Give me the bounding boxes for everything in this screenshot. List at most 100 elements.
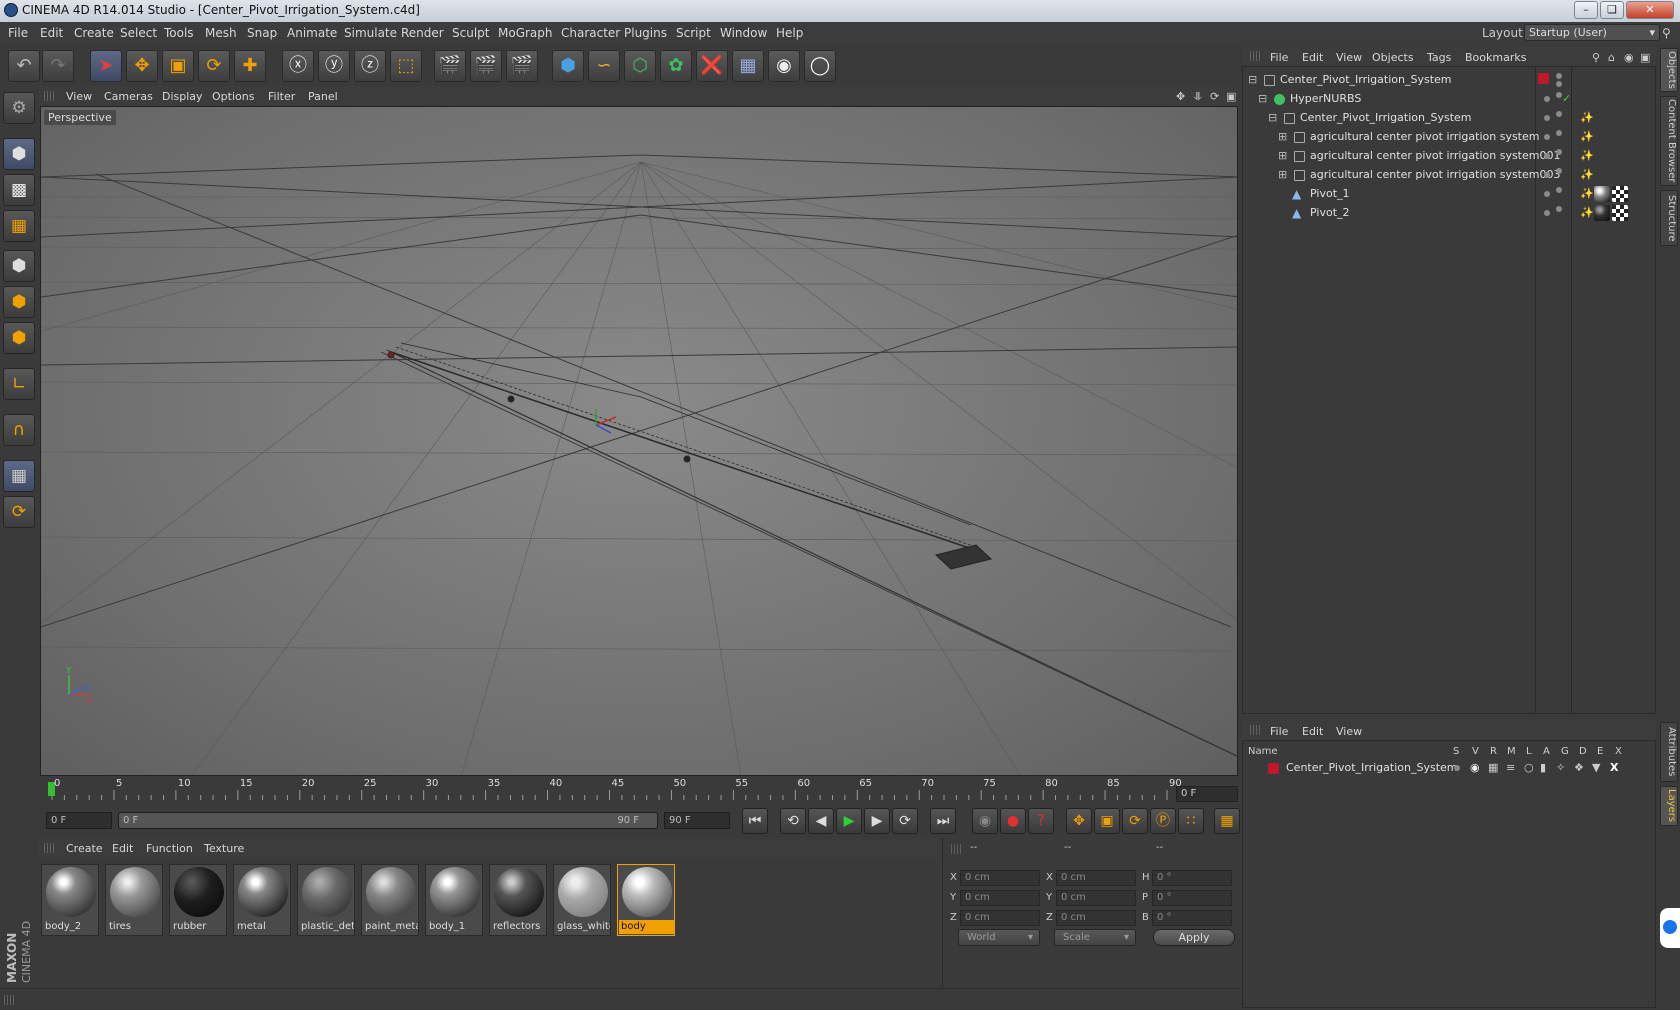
model-mode-button[interactable]: ⬢	[3, 138, 35, 170]
x-axis-lock-button[interactable]: ⓧ	[282, 50, 314, 82]
size-z-field[interactable]: 0 cm	[1056, 910, 1136, 926]
phong-tag-icon[interactable]: ✨	[1580, 203, 1594, 223]
material-tag-icon[interactable]	[1594, 186, 1610, 202]
menu-select[interactable]: Select	[120, 26, 157, 40]
texture-mode-button[interactable]: ▩	[3, 174, 35, 206]
teamviewer-widget[interactable]	[1660, 908, 1680, 948]
menu-render[interactable]: Render	[401, 26, 444, 40]
menu-mesh[interactable]: Mesh	[205, 26, 237, 40]
uvw-tag-icon[interactable]	[1612, 205, 1628, 221]
menu-animate[interactable]: Animate	[287, 26, 337, 40]
menu-mograph[interactable]: MoGraph	[498, 26, 553, 40]
expand-icon[interactable]: ⊞	[1278, 165, 1287, 185]
coordinate-system-button[interactable]: ⬚	[390, 50, 422, 82]
material-rubber[interactable]: rubber	[169, 864, 227, 936]
deformer-button[interactable]: ❌	[696, 50, 728, 82]
layer-lock-icon[interactable]: ○	[1524, 758, 1534, 778]
render-visibility-dot[interactable]	[1556, 111, 1562, 117]
object-row-center-pivot-root[interactable]: ⊟ Center_Pivot_Irrigation_System	[1244, 70, 1654, 90]
render-visibility-dot[interactable]	[1556, 206, 1562, 212]
phong-tag-icon[interactable]: ✨	[1580, 165, 1594, 185]
layer-row[interactable]: Center_Pivot_Irrigation_System ◉ ▦ ≡ ○ ▮…	[1244, 758, 1654, 778]
y-axis-lock-button[interactable]: ⓨ	[318, 50, 350, 82]
workplane-mode-button[interactable]: ▦	[3, 210, 35, 242]
go-to-end-button[interactable]: ⏭	[930, 808, 956, 834]
perspective-viewport[interactable]: Y Z X Perspective	[40, 106, 1238, 776]
autokey-button[interactable]: ●	[1000, 808, 1026, 834]
material-body-1[interactable]: body_1	[425, 864, 483, 936]
apply-button[interactable]: Apply	[1153, 929, 1235, 946]
menu-sculpt[interactable]: Sculpt	[452, 26, 489, 40]
recent-tool-button[interactable]: ✚	[234, 50, 266, 82]
current-frame-field[interactable]: 0 F	[1176, 786, 1238, 802]
live-selection-button[interactable]: ➤	[90, 50, 122, 82]
record-keys-button[interactable]: ◉	[972, 808, 998, 834]
viewport-pan-icon[interactable]: ✥	[1176, 90, 1185, 103]
object-row-hypernurbs[interactable]: ⊟ HyperNURBS ✓	[1244, 89, 1654, 109]
redo-button[interactable]: ↷	[42, 50, 74, 82]
close-icon[interactable]: ✕	[1626, 1, 1674, 19]
menu-character[interactable]: Character	[561, 26, 620, 40]
key-scale-button[interactable]: ▣	[1094, 808, 1120, 834]
position-z-field[interactable]: 0 cm	[960, 910, 1040, 926]
object-row-center-pivot-group[interactable]: ⊟ Center_Pivot_Irrigation_System ✨	[1244, 108, 1654, 128]
points-mode-button[interactable]: ⬢	[3, 250, 35, 282]
layer-color-swatch[interactable]	[1268, 763, 1279, 774]
layer-menu-file[interactable]: File	[1270, 725, 1288, 738]
search-icon[interactable]: ⚲	[1592, 51, 1600, 64]
rotation-b-field[interactable]: 0 °	[1152, 910, 1232, 926]
render-visibility-dot[interactable]	[1556, 187, 1562, 193]
end-frame-field[interactable]: 90 F	[664, 812, 730, 829]
undo-button[interactable]: ↶	[8, 50, 40, 82]
key-rotation-button[interactable]: ⟳	[1122, 808, 1148, 834]
position-x-field[interactable]: 0 cm	[960, 870, 1040, 886]
snap-button[interactable]: ∩	[3, 414, 35, 446]
menu-simulate[interactable]: Simulate	[344, 26, 397, 40]
key-position-button[interactable]: ✥	[1066, 808, 1092, 834]
material-reflectors[interactable]: reflectors	[489, 864, 547, 936]
workplane-lock-button[interactable]: ▦	[3, 460, 35, 492]
editor-visibility-dot[interactable]	[1544, 210, 1550, 216]
expand-icon[interactable]: ⊞	[1278, 127, 1287, 147]
menu-file[interactable]: File	[8, 26, 28, 40]
editor-visibility-dot[interactable]	[1544, 115, 1550, 121]
object-menu-tags[interactable]: Tags	[1427, 51, 1451, 64]
material-metal[interactable]: metal	[233, 864, 291, 936]
play-button[interactable]: ▶	[836, 808, 862, 834]
next-frame-button[interactable]: ▶	[864, 808, 890, 834]
edges-mode-button[interactable]: ⬢	[3, 286, 35, 318]
viewport-menu-cameras[interactable]: Cameras	[104, 90, 153, 103]
light-button[interactable]: ◯	[804, 50, 836, 82]
material-body[interactable]: body	[617, 864, 675, 936]
material-menu-create[interactable]: Create	[66, 842, 103, 855]
object-row-system001[interactable]: ⊞ agricultural center pivot irrigation s…	[1244, 146, 1654, 166]
next-key-button[interactable]: ⟳	[892, 808, 918, 834]
keyframe-selection-button[interactable]: ?	[1028, 808, 1054, 834]
viewport-menu-filter[interactable]: Filter	[268, 90, 295, 103]
editor-visibility-dot[interactable]	[1544, 134, 1550, 140]
phong-tag-icon[interactable]: ✨	[1580, 146, 1594, 166]
editor-visibility-dot[interactable]	[1544, 96, 1550, 102]
viewport-menu-view[interactable]: View	[66, 90, 92, 103]
material-tires[interactable]: tires	[105, 864, 163, 936]
viewport-rotate-icon[interactable]: ⟳	[1210, 90, 1219, 103]
minimize-icon[interactable]: –	[1574, 1, 1598, 19]
tab-layers[interactable]: Layers	[1660, 786, 1678, 826]
eye-icon[interactable]: ◉	[1624, 51, 1634, 64]
start-frame-field[interactable]: 0 F	[46, 812, 112, 829]
material-paint-meta[interactable]: paint_meta	[361, 864, 419, 936]
layer-render-clapper-icon[interactable]: ▦	[1488, 758, 1498, 778]
material-body-2[interactable]: body_2	[41, 864, 99, 936]
layer-animation-icon[interactable]: ▮	[1540, 758, 1546, 778]
menu-help[interactable]: Help	[776, 26, 803, 40]
viewport-maximize-icon[interactable]: ▣	[1226, 90, 1236, 103]
material-menu-edit[interactable]: Edit	[112, 842, 133, 855]
polygons-mode-button[interactable]: ⬢	[3, 322, 35, 354]
scale-tool-button[interactable]: ▣	[162, 50, 194, 82]
size-y-field[interactable]: 0 cm	[1056, 890, 1136, 906]
rotate-tool-button[interactable]: ⟳	[198, 50, 230, 82]
go-to-start-button[interactable]: ⏮	[742, 808, 768, 834]
render-settings-button[interactable]: 🎬	[506, 50, 538, 82]
phong-tag-icon[interactable]: ✨	[1580, 127, 1594, 147]
move-tool-button[interactable]: ✥	[126, 50, 158, 82]
